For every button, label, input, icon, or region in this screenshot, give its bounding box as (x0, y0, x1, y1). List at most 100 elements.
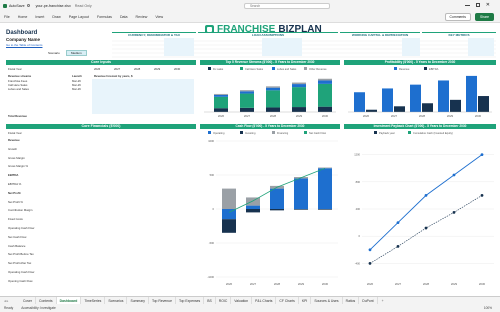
x-tick-label: 2030 (475, 114, 482, 118)
x-tick-label: 2029 (451, 282, 458, 286)
tab-home[interactable]: Home (14, 15, 32, 19)
tab-draw[interactable]: Draw (48, 15, 64, 19)
core-inputs-panel: Core Inputs Fiscal Year 2026 2027 2028 2… (6, 60, 196, 120)
x-tick-label: 2029 (447, 114, 454, 118)
tab-insert[interactable]: Insert (31, 15, 48, 19)
title-bar: AutoSave your-pe-franchise.xlsx Read Onl… (0, 0, 500, 11)
minimize-icon[interactable] (464, 4, 470, 6)
x-tick-label: 2026 (218, 114, 225, 118)
close-icon[interactable]: ✕ (486, 2, 490, 8)
section-loan: LOAN ASSUMPTIONS (198, 32, 338, 37)
tab-nav-arrows[interactable]: ◂ ▸ (0, 299, 20, 303)
bar-revenue (354, 92, 365, 112)
section-currency: CURRENCY, DENOMINATOR & TAX (112, 32, 196, 37)
accessibility-status[interactable]: Accessibility: Investigate (21, 306, 56, 310)
bar-operating (318, 168, 332, 209)
revenue-forecast-header: Revenue forecast by years, $ (94, 74, 133, 78)
legend-swatch (240, 131, 243, 134)
bar-other-revenue (240, 90, 254, 92)
x-tick-label: 2028 (274, 282, 281, 286)
x-tick-label: 2026 (363, 114, 370, 118)
legend-label: Other Revenue (309, 67, 327, 71)
bar-financing (246, 197, 260, 206)
bar-investing (222, 219, 236, 233)
excel-icon (3, 3, 7, 8)
x-tick-label: 2027 (244, 114, 251, 118)
fin-row-label: EBITDA (8, 173, 19, 178)
legend-swatch (208, 67, 211, 70)
payback-chart: Payback year Cumulative Cash (Invested Eq… (354, 131, 494, 286)
bar-other-revenue (318, 78, 332, 81)
legend-swatch (304, 67, 307, 70)
legend-label: Lubes and Sales (277, 67, 297, 71)
ready-status: Ready (4, 306, 14, 310)
legend-label: Investing (245, 131, 256, 135)
bar-call-here-sales (214, 96, 228, 109)
scenario-select[interactable]: Medium (66, 50, 87, 56)
bar-ebitda (450, 99, 461, 112)
bar-lubes-and-sales (318, 80, 332, 84)
profitability-chart: Revenue EBITDA 2026 2027 2028 2029 2030 (348, 67, 492, 118)
bar-fix-sales (266, 107, 280, 112)
x-tick-label: 2030 (479, 282, 486, 286)
toc-link[interactable]: Go to the Table of Contents (6, 43, 42, 47)
fin-row-label: Growth (8, 146, 18, 151)
toggle-icon[interactable] (26, 4, 30, 7)
total-revenue-label: Total Revenue (8, 114, 27, 118)
assumptions-grid-lines (112, 38, 496, 58)
tab-data[interactable]: Data (116, 15, 132, 19)
year-2026: 2026 (94, 67, 101, 71)
read-only-label: Read Only (74, 3, 92, 8)
fin-row-label: Opening Cash Flow (8, 278, 33, 283)
y-tick-label: 0 (213, 207, 215, 211)
bar-financing (222, 188, 236, 209)
x-tick-label: 2026 (367, 282, 374, 286)
autosave-group[interactable]: AutoSave (3, 3, 30, 8)
bar-lubes-and-sales (214, 94, 228, 97)
page-title: Dashboard (6, 30, 38, 36)
revenue-streams-label: Revenue streams (8, 74, 32, 78)
tab-view[interactable]: View (151, 15, 167, 19)
tab-formulas[interactable]: Formulas (93, 15, 116, 19)
x-tick-label: 2026 (226, 282, 233, 286)
x-tick-label: 2029 (296, 114, 303, 118)
revenue-input-grid[interactable] (92, 79, 194, 114)
bar-call-here-sales (266, 90, 280, 108)
bar-lubes-and-sales (240, 91, 254, 94)
year-2030: 2030 (174, 67, 181, 71)
sheet-tabs: ◂ ▸ Cover Contents Dashboard TimeSeries Scen… (0, 296, 500, 305)
legend-swatch (208, 131, 211, 134)
file-name: your-pe-franchise.xlsx (35, 3, 71, 8)
zoom-level[interactable]: 100% (484, 306, 492, 310)
legend-swatch (394, 67, 397, 70)
y-tick-label: -1000 (207, 275, 214, 279)
tab-page-layout[interactable]: Page Layout (65, 15, 93, 19)
search-box[interactable]: Search (244, 2, 330, 9)
cash-flow-chart: Operating Investing Financing Net Cash Flow… (207, 131, 338, 286)
maximize-icon[interactable] (475, 3, 480, 7)
bar-fix-sales (318, 106, 332, 112)
assumptions-grid (112, 37, 496, 59)
add-sheet-icon[interactable]: + (382, 299, 384, 303)
bar-ebitda (478, 96, 489, 112)
bar-other-revenue (266, 86, 280, 88)
tab-review[interactable]: Review (132, 15, 152, 19)
legend-swatch (272, 67, 275, 70)
fiscal-year-label: Fiscal Year (8, 67, 22, 71)
bar-revenue (382, 88, 393, 112)
fin-row-label: Net Profit Before Tax (8, 252, 34, 257)
fiscal-year-label-2: Fiscal Year (8, 131, 22, 135)
y-tick-label: -400 (355, 261, 361, 265)
share-button[interactable]: Share (474, 12, 494, 21)
top5-revenue-panel: Top 5 Revenue Streams ($'000) - 5 Years … (200, 60, 340, 120)
x-tick-label: 2028 (423, 282, 430, 286)
x-tick-label: 2030 (322, 282, 329, 286)
section-working-capital: WORKING CAPITAL & DEPRECIATION (340, 32, 420, 37)
x-tick-label: 2028 (419, 114, 426, 118)
tab-file[interactable]: File (0, 15, 14, 19)
comments-button[interactable]: Comments (444, 12, 471, 21)
bar-fix-sales (240, 107, 254, 112)
fin-row-label: Revenue (8, 138, 20, 142)
profitability-panel: Profitability ($'000) - 5 Years to Decem… (344, 60, 496, 120)
y-tick-label: 800 (356, 180, 361, 184)
